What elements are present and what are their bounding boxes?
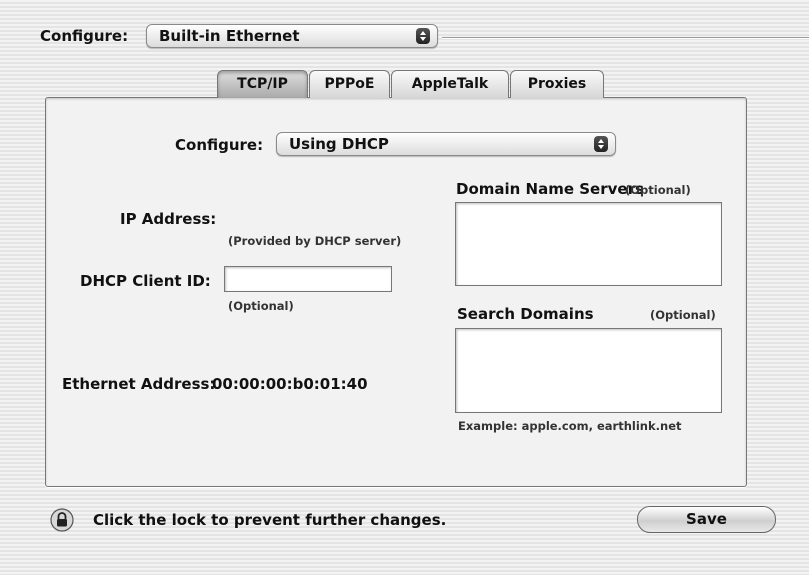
- dns-optional: (Optional): [625, 183, 691, 197]
- separator: [442, 37, 809, 39]
- example-text: Example: apple.com, earthlink.net: [458, 419, 682, 433]
- configure-label: Configure:: [40, 27, 129, 45]
- dns-field[interactable]: [455, 202, 722, 286]
- ip-address-note: (Provided by DHCP server): [228, 234, 402, 248]
- search-domains-field[interactable]: [455, 328, 722, 413]
- ethernet-address-value: 00:00:00:b0:01:40: [212, 375, 368, 393]
- lock-icon[interactable]: [50, 508, 74, 532]
- tab-proxies[interactable]: Proxies: [510, 70, 604, 98]
- search-domains-label: Search Domains: [457, 305, 594, 323]
- ethernet-address-label: Ethernet Address:: [62, 375, 216, 393]
- tab-pppoe[interactable]: PPPoE: [309, 70, 390, 98]
- ip-configure-popup[interactable]: Using DHCP: [276, 132, 616, 156]
- search-domains-optional: (Optional): [650, 308, 716, 322]
- configure-popup[interactable]: Built-in Ethernet: [146, 24, 438, 48]
- tab-tcpip[interactable]: TCP/IP: [217, 70, 308, 98]
- configure-popup-value: Built-in Ethernet: [159, 27, 300, 45]
- updown-arrows-icon: [416, 28, 430, 44]
- dhcp-client-id-label: DHCP Client ID:: [80, 272, 211, 290]
- ip-configure-popup-value: Using DHCP: [289, 135, 389, 153]
- dns-label: Domain Name Servers: [456, 180, 644, 198]
- lock-text: Click the lock to prevent further change…: [93, 511, 447, 529]
- tab-appletalk[interactable]: AppleTalk: [391, 70, 509, 98]
- dhcp-client-id-field[interactable]: [224, 266, 392, 292]
- dhcp-client-id-note: (Optional): [228, 299, 294, 313]
- ip-address-label: IP Address:: [120, 210, 217, 228]
- save-button[interactable]: Save: [637, 506, 776, 533]
- updown-arrows-icon: [594, 136, 608, 152]
- ip-configure-label: Configure:: [175, 136, 264, 154]
